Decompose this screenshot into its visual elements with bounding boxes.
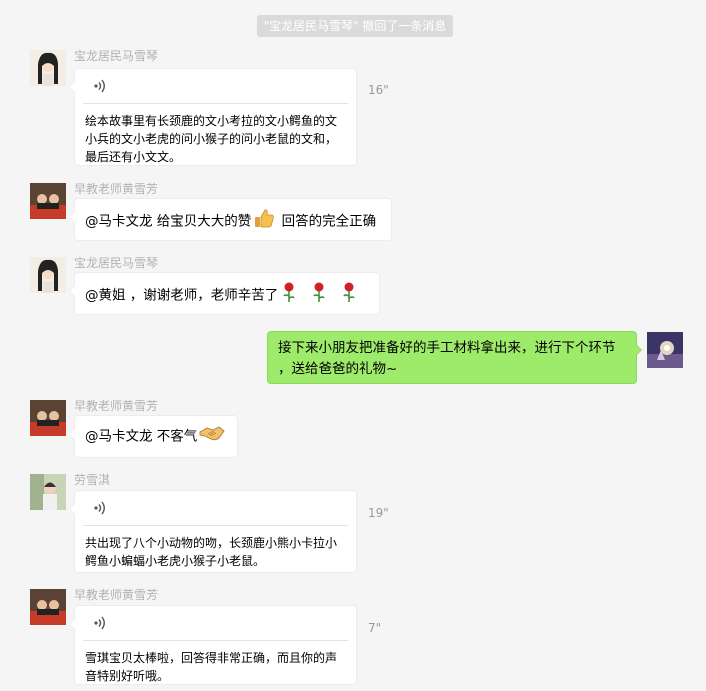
thumbs-up-icon bbox=[253, 207, 275, 236]
sender-name: 早教老师黄雪芳 bbox=[74, 182, 159, 196]
message-text: ，送给爸爸的礼物~ bbox=[278, 361, 398, 377]
avatar[interactable] bbox=[30, 400, 66, 436]
text-message[interactable]: @黄姐 ，谢谢老师，老师辛苦了 bbox=[69, 272, 380, 315]
handshake-icon bbox=[199, 424, 225, 449]
sender-name: 早教老师黄雪芳 bbox=[74, 588, 159, 602]
rose-icon bbox=[340, 281, 358, 310]
voice-transcript: 绘本故事里有长颈鹿的文小考拉的文小鳄鱼的文小兵的文小老虎的问小猴子的问小老鼠的文… bbox=[85, 114, 338, 164]
voice-wave-icon bbox=[93, 500, 107, 519]
text-message[interactable]: @马卡文龙 不客气 bbox=[69, 415, 238, 458]
system-notice: "宝龙居民马雪琴" 撤回了一条消息 bbox=[257, 15, 453, 37]
voice-message[interactable]: 雪琪宝贝太棒啦，回答得非常正确，而且你的声音特别好听哦。 bbox=[69, 605, 357, 685]
text-message[interactable]: @马卡文龙 给宝贝大大的赞 回答的完全正确 bbox=[69, 198, 392, 241]
own-text-message[interactable]: 接下来小朋友把准备好的手工材料拿出来，进行下个环节 ，送给爸爸的礼物~ bbox=[267, 331, 642, 384]
voice-transcript: 共出现了八个小动物的吻，长颈鹿小熊小卡拉小鳄鱼小蝙蝠小老虎小猴子小老鼠。 bbox=[85, 536, 338, 568]
voice-message[interactable]: 共出现了八个小动物的吻，长颈鹿小熊小卡拉小鳄鱼小蝙蝠小老虎小猴子小老鼠。 bbox=[69, 490, 357, 573]
message-text: @马卡文龙 不客气 bbox=[85, 428, 198, 445]
rose-icon bbox=[280, 281, 298, 310]
message-text: 回答的完全正确 bbox=[277, 213, 377, 230]
voice-duration: 16" bbox=[368, 83, 389, 97]
message-text: 接下来小朋友把准备好的手工材料拿出来，进行下个环节 bbox=[278, 340, 616, 356]
voice-wave-icon bbox=[93, 615, 107, 634]
avatar[interactable] bbox=[647, 332, 683, 368]
rose-icon bbox=[310, 281, 328, 310]
voice-wave-icon bbox=[93, 78, 107, 97]
voice-duration: 7" bbox=[368, 621, 382, 635]
avatar[interactable] bbox=[30, 257, 66, 293]
sender-name: 宝龙居民马雪琴 bbox=[74, 49, 159, 63]
voice-message[interactable]: 绘本故事里有长颈鹿的文小考拉的文小鳄鱼的文小兵的文小老虎的问小猴子的问小老鼠的文… bbox=[69, 68, 357, 166]
avatar[interactable] bbox=[30, 589, 66, 625]
sender-name: 早教老师黄雪芳 bbox=[74, 399, 159, 413]
voice-duration: 19" bbox=[368, 506, 389, 520]
avatar[interactable] bbox=[30, 50, 66, 86]
avatar[interactable] bbox=[30, 183, 66, 219]
message-text: @黄姐 ，谢谢老师，老师辛苦了 bbox=[85, 287, 279, 304]
avatar[interactable] bbox=[30, 474, 66, 510]
message-text: @马卡文龙 给宝贝大大的赞 bbox=[85, 213, 252, 230]
voice-transcript: 雪琪宝贝太棒啦，回答得非常正确，而且你的声音特别好听哦。 bbox=[85, 651, 338, 683]
sender-name: 劳雪淇 bbox=[74, 473, 111, 487]
sender-name: 宝龙居民马雪琴 bbox=[74, 256, 159, 270]
